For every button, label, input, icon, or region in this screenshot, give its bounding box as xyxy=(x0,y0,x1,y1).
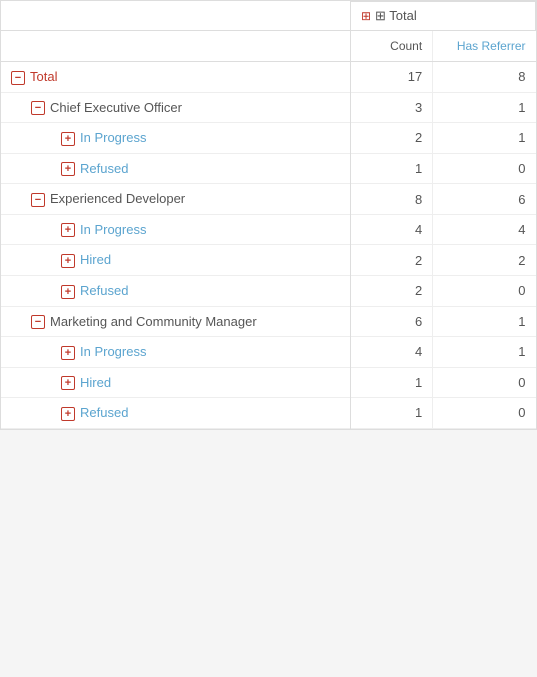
table-row[interactable]: + In Progress 21 xyxy=(1,123,536,154)
row-count: 1 xyxy=(350,367,432,398)
row-label[interactable]: + Hired xyxy=(1,245,350,276)
row-count: 1 xyxy=(350,153,432,184)
table-row[interactable]: −Experienced Developer86 xyxy=(1,184,536,215)
table-row[interactable]: + Refused 10 xyxy=(1,398,536,429)
row-referrer: 0 xyxy=(433,398,536,429)
expand-icon[interactable]: + xyxy=(61,346,75,360)
row-label[interactable]: −Chief Executive Officer xyxy=(1,92,350,123)
row-label-text: In Progress xyxy=(80,222,146,237)
row-count: 2 xyxy=(350,275,432,306)
row-label[interactable]: + In Progress xyxy=(1,123,350,154)
row-count: 2 xyxy=(350,245,432,276)
row-referrer: 0 xyxy=(433,153,536,184)
row-referrer: 4 xyxy=(433,214,536,245)
label-header xyxy=(1,2,350,31)
row-label[interactable]: −Total xyxy=(1,62,350,93)
header-group-row: ⊞⊞ Total xyxy=(1,2,536,31)
count-col-header: Count xyxy=(350,31,432,62)
row-label[interactable]: + In Progress xyxy=(1,214,350,245)
table-row[interactable]: + Hired 10 xyxy=(1,367,536,398)
row-label-text: Experienced Developer xyxy=(50,191,185,206)
table-row[interactable]: + Refused 10 xyxy=(1,153,536,184)
row-count: 3 xyxy=(350,92,432,123)
collapse-icon[interactable]: − xyxy=(11,71,25,85)
row-referrer: 8 xyxy=(433,62,536,93)
row-label-text: Total xyxy=(30,69,57,84)
row-count: 4 xyxy=(350,337,432,368)
pivot-table: ⊞⊞ Total Count Has Referrer −Total178−Ch… xyxy=(0,0,537,430)
expand-icon[interactable]: + xyxy=(61,223,75,237)
expand-icon[interactable]: + xyxy=(61,376,75,390)
row-label-text: Chief Executive Officer xyxy=(50,100,182,115)
row-count: 8 xyxy=(350,184,432,215)
row-referrer: 0 xyxy=(433,367,536,398)
row-label[interactable]: −Experienced Developer xyxy=(1,184,350,215)
row-count: 2 xyxy=(350,123,432,154)
row-label[interactable]: −Marketing and Community Manager xyxy=(1,306,350,337)
row-referrer: 1 xyxy=(433,92,536,123)
table-row[interactable]: + In Progress 41 xyxy=(1,337,536,368)
row-count: 4 xyxy=(350,214,432,245)
table-row[interactable]: + In Progress 44 xyxy=(1,214,536,245)
plus-icon: ⊞ xyxy=(361,9,371,23)
row-label-text: Refused xyxy=(80,405,128,420)
table-row[interactable]: + Hired 22 xyxy=(1,245,536,276)
row-label-text: Refused xyxy=(80,161,128,176)
empty-col-header xyxy=(1,31,350,62)
table-row[interactable]: + Refused 20 xyxy=(1,275,536,306)
table-row[interactable]: −Total178 xyxy=(1,62,536,93)
row-count: 17 xyxy=(350,62,432,93)
collapse-icon[interactable]: − xyxy=(31,193,45,207)
expand-icon[interactable]: + xyxy=(61,162,75,176)
row-label-text: Hired xyxy=(80,252,111,267)
row-label[interactable]: + In Progress xyxy=(1,337,350,368)
row-label-text: Marketing and Community Manager xyxy=(50,314,257,329)
row-label-text: Refused xyxy=(80,283,128,298)
table-row[interactable]: −Marketing and Community Manager61 xyxy=(1,306,536,337)
referrer-col-header: Has Referrer xyxy=(433,31,536,62)
total-group-header: ⊞⊞ Total xyxy=(350,2,535,31)
row-referrer: 0 xyxy=(433,275,536,306)
expand-icon[interactable]: + xyxy=(61,132,75,146)
expand-icon[interactable]: + xyxy=(61,285,75,299)
row-referrer: 1 xyxy=(433,306,536,337)
row-label[interactable]: + Refused xyxy=(1,398,350,429)
row-referrer: 1 xyxy=(433,123,536,154)
row-referrer: 1 xyxy=(433,337,536,368)
row-count: 6 xyxy=(350,306,432,337)
row-referrer: 2 xyxy=(433,245,536,276)
collapse-icon[interactable]: − xyxy=(31,315,45,329)
row-label[interactable]: + Hired xyxy=(1,367,350,398)
row-label-text: In Progress xyxy=(80,344,146,359)
row-label-text: In Progress xyxy=(80,130,146,145)
expand-icon[interactable]: + xyxy=(61,254,75,268)
row-referrer: 6 xyxy=(433,184,536,215)
row-label[interactable]: + Refused xyxy=(1,153,350,184)
table-row[interactable]: −Chief Executive Officer31 xyxy=(1,92,536,123)
row-label[interactable]: + Refused xyxy=(1,275,350,306)
expand-icon[interactable]: + xyxy=(61,407,75,421)
row-label-text: Hired xyxy=(80,375,111,390)
header-columns-row: Count Has Referrer xyxy=(1,31,536,62)
collapse-icon[interactable]: − xyxy=(31,101,45,115)
row-count: 1 xyxy=(350,398,432,429)
